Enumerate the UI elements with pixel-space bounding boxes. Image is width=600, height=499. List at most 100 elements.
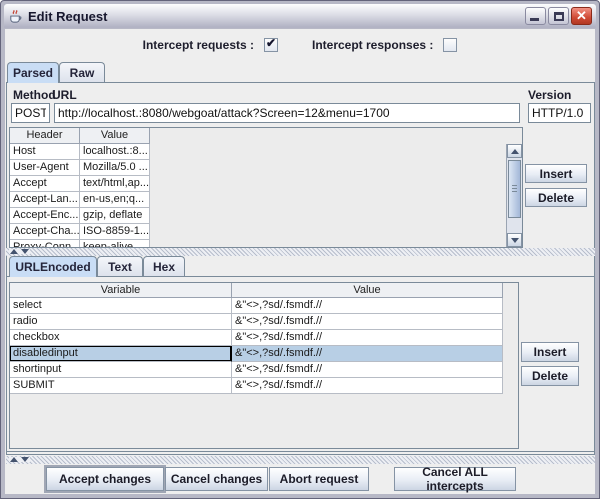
table-cell[interactable]: Accept-Enc... bbox=[10, 208, 80, 224]
minimize-icon bbox=[530, 18, 539, 21]
scroll-down-button[interactable] bbox=[507, 233, 522, 247]
scrollbar-thumb[interactable] bbox=[508, 160, 521, 218]
table-row: SUBMIT&"<>,?sd/.fsmdf.// bbox=[10, 378, 518, 394]
minimize-button[interactable] bbox=[525, 7, 546, 25]
table-cell[interactable]: ISO-8859-1... bbox=[80, 224, 150, 240]
table-row: User-AgentMozilla/5.0 ... bbox=[10, 160, 522, 176]
intercept-responses-label: Intercept responses : bbox=[312, 38, 433, 52]
version-label: Version bbox=[528, 88, 571, 102]
params-scrollpane: VariableValueselect&"<>,?sd/.fsmdf.//rad… bbox=[9, 282, 519, 449]
header-table-buttons: Insert Delete bbox=[525, 164, 587, 207]
accept-changes-button[interactable]: Accept changes bbox=[46, 467, 164, 491]
maximize-button[interactable] bbox=[548, 7, 569, 25]
table-cell[interactable]: Accept bbox=[10, 176, 80, 192]
insert-button[interactable]: Insert bbox=[525, 164, 587, 183]
split-divider-bottom[interactable] bbox=[6, 456, 595, 464]
table-cell[interactable]: localhost.:8... bbox=[80, 144, 150, 160]
headers-table: HeaderValueHostlocalhost.:8...User-Agent… bbox=[10, 128, 522, 248]
table-cell[interactable]: keep-alive bbox=[80, 240, 150, 248]
table-cell[interactable]: checkbox bbox=[10, 330, 232, 346]
table-cell[interactable]: Accept-Lan... bbox=[10, 192, 80, 208]
tab-parsed[interactable]: Parsed bbox=[7, 62, 59, 83]
java-icon bbox=[8, 9, 23, 24]
delete-button[interactable]: Delete bbox=[521, 366, 579, 386]
request-tabstrip: ParsedRaw bbox=[7, 62, 307, 83]
table-row: shortinput&"<>,?sd/.fsmdf.// bbox=[10, 362, 518, 378]
table-cell[interactable]: shortinput bbox=[10, 362, 232, 378]
divider-collapse-arrows bbox=[9, 457, 30, 462]
scroll-up-button[interactable] bbox=[507, 144, 522, 158]
table-row: Proxy-Conn...keep-alive bbox=[10, 240, 522, 248]
table-cell[interactable]: disabledinput bbox=[10, 346, 232, 362]
cancel-all-intercepts-button[interactable]: Cancel ALL intercepts bbox=[394, 467, 516, 491]
table-row: select&"<>,?sd/.fsmdf.// bbox=[10, 298, 518, 314]
table-cell[interactable]: radio bbox=[10, 314, 232, 330]
maximize-icon bbox=[554, 12, 564, 21]
table-cell[interactable]: &"<>,?sd/.fsmdf.// bbox=[232, 378, 503, 394]
table-row: checkbox&"<>,?sd/.fsmdf.// bbox=[10, 330, 518, 346]
divider-collapse-arrows bbox=[9, 249, 30, 254]
table-row: disabledinput&"<>,?sd/.fsmdf.// bbox=[10, 346, 518, 362]
table-cell[interactable]: SUBMIT bbox=[10, 378, 232, 394]
params-table: VariableValueselect&"<>,?sd/.fsmdf.//rad… bbox=[10, 283, 518, 394]
column-header[interactable]: Value bbox=[80, 128, 150, 144]
headers-scrollpane: HeaderValueHostlocalhost.:8...User-Agent… bbox=[9, 127, 523, 248]
table-cell[interactable]: Host bbox=[10, 144, 80, 160]
tab-text[interactable]: Text bbox=[97, 256, 143, 276]
table-header-row: VariableValue bbox=[10, 283, 518, 298]
url-field[interactable] bbox=[54, 103, 520, 123]
table-cell[interactable]: &"<>,?sd/.fsmdf.// bbox=[232, 362, 503, 378]
table-row: Accept-Lan...en-us,en;q... bbox=[10, 192, 522, 208]
table-cell[interactable]: User-Agent bbox=[10, 160, 80, 176]
delete-button[interactable]: Delete bbox=[525, 188, 587, 207]
method-field[interactable] bbox=[11, 103, 50, 123]
table-cell[interactable]: &"<>,?sd/.fsmdf.// bbox=[232, 298, 503, 314]
headers-vertical-scrollbar[interactable] bbox=[506, 144, 522, 247]
table-cell[interactable]: en-us,en;q... bbox=[80, 192, 150, 208]
table-cell[interactable]: gzip, deflate bbox=[80, 208, 150, 224]
table-cell[interactable]: Proxy-Conn... bbox=[10, 240, 80, 248]
table-cell[interactable]: &"<>,?sd/.fsmdf.// bbox=[232, 330, 503, 346]
table-row: Accept-Cha...ISO-8859-1... bbox=[10, 224, 522, 240]
method-label: Method bbox=[13, 88, 56, 102]
tab-urlencoded[interactable]: URLEncoded bbox=[9, 256, 97, 277]
column-header[interactable]: Value bbox=[232, 283, 503, 298]
abort-request-button[interactable]: Abort request bbox=[269, 467, 369, 491]
collapse-up-icon[interactable] bbox=[10, 249, 18, 254]
intercept-requests-checkbox[interactable] bbox=[264, 38, 278, 52]
footer-button-bar: Accept changesCancel changesAbort reques… bbox=[5, 467, 597, 493]
tab-hex[interactable]: Hex bbox=[143, 256, 185, 276]
url-label: URL bbox=[52, 88, 77, 102]
table-cell[interactable]: &"<>,?sd/.fsmdf.// bbox=[232, 346, 503, 362]
table-row: radio&"<>,?sd/.fsmdf.// bbox=[10, 314, 518, 330]
table-cell[interactable]: text/html,ap... bbox=[80, 176, 150, 192]
version-field[interactable] bbox=[528, 103, 591, 123]
collapse-down-icon[interactable] bbox=[21, 249, 29, 254]
table-cell[interactable]: &"<>,?sd/.fsmdf.// bbox=[232, 314, 503, 330]
title-bar: Edit Request ✕ bbox=[4, 4, 596, 28]
arrow-down-icon bbox=[511, 238, 519, 243]
tab-raw[interactable]: Raw bbox=[59, 62, 105, 82]
table-row: Accept-Enc...gzip, deflate bbox=[10, 208, 522, 224]
column-header[interactable]: Header bbox=[10, 128, 80, 144]
intercept-requests-label: Intercept requests : bbox=[143, 38, 254, 52]
table-cell[interactable]: Mozilla/5.0 ... bbox=[80, 160, 150, 176]
window-title: Edit Request bbox=[28, 9, 523, 24]
insert-button[interactable]: Insert bbox=[521, 342, 579, 362]
window-content: Intercept requests : Intercept responses… bbox=[5, 29, 595, 494]
intercept-bar: Intercept requests : Intercept responses… bbox=[5, 34, 595, 56]
params-table-buttons: Insert Delete bbox=[521, 342, 579, 386]
edit-request-window: Edit Request ✕ Intercept requests : Inte… bbox=[0, 0, 600, 499]
column-header[interactable]: Variable bbox=[10, 283, 232, 298]
split-divider-top[interactable] bbox=[6, 248, 595, 256]
table-cell[interactable]: select bbox=[10, 298, 232, 314]
cancel-changes-button[interactable]: Cancel changes bbox=[165, 467, 268, 491]
collapse-up-icon[interactable] bbox=[10, 457, 18, 462]
table-header-row: HeaderValue bbox=[10, 128, 522, 144]
intercept-responses-checkbox[interactable] bbox=[443, 38, 457, 52]
table-cell[interactable]: Accept-Cha... bbox=[10, 224, 80, 240]
close-icon: ✕ bbox=[572, 8, 591, 24]
collapse-down-icon[interactable] bbox=[21, 457, 29, 462]
table-row: Hostlocalhost.:8... bbox=[10, 144, 522, 160]
close-button[interactable]: ✕ bbox=[571, 7, 592, 25]
